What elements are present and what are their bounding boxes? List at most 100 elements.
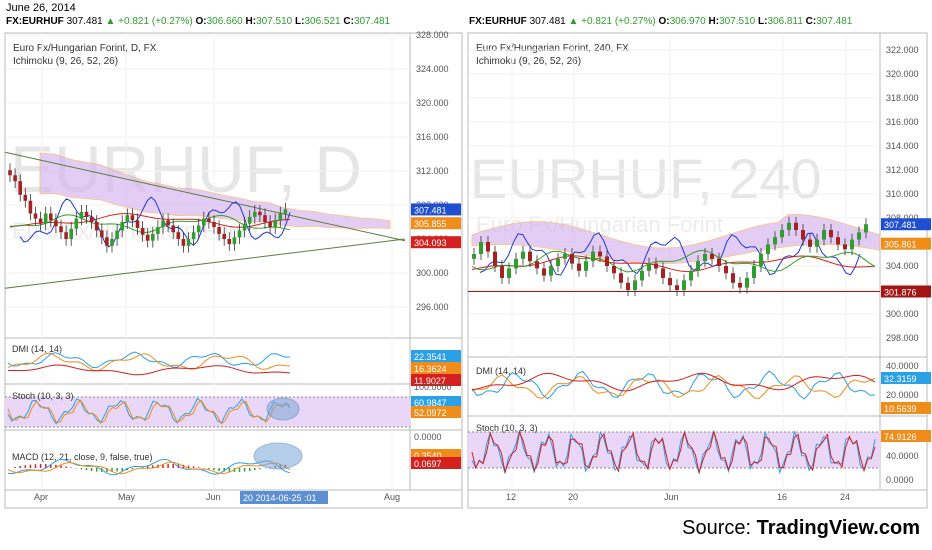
left-candle-body xyxy=(18,181,22,195)
left-candle-body xyxy=(135,220,140,228)
right-price-tick: 312.000 xyxy=(886,165,919,175)
right-candle-body xyxy=(857,232,861,240)
left-candle-body xyxy=(64,232,68,239)
left-candle-body xyxy=(268,222,272,228)
right-candle-body xyxy=(661,268,665,278)
left-price-tag-kijun: 305.855 xyxy=(414,219,447,229)
left-candle-body xyxy=(120,222,124,231)
right-candle-body xyxy=(507,268,511,278)
right-candle-body xyxy=(605,256,609,266)
left-price-tick: 312.000 xyxy=(416,166,449,176)
left-price-tick: 316.000 xyxy=(416,132,449,142)
right-x-tick: 16 xyxy=(777,492,787,502)
left-x-tick: Aug xyxy=(384,492,400,502)
left-indicator-label: Ichimoku (9, 26, 52, 26) xyxy=(13,56,118,67)
right-candle-body xyxy=(612,266,616,274)
right-price-tick: 320.000 xyxy=(886,69,919,79)
left-candle-body xyxy=(181,239,186,246)
source-credit: Source: TradingView.com xyxy=(682,517,920,540)
right-dmi-tag-minus: 10.5639 xyxy=(884,404,917,414)
left-price-tick: 328.000 xyxy=(416,30,449,40)
right-candle-body xyxy=(479,242,483,254)
left-price-tag-tenkan: 304.093 xyxy=(414,238,447,248)
left-candle-body xyxy=(125,215,130,222)
left-candle-body xyxy=(273,220,277,228)
right-candle-body xyxy=(556,258,560,266)
right-x-tick: 20 xyxy=(568,492,578,502)
left-stoch-tag-d: 52.0972 xyxy=(414,408,447,418)
right-candle-body xyxy=(584,261,588,271)
right-candle-body xyxy=(472,254,476,259)
source-brand[interactable]: TradingView.com xyxy=(757,517,920,539)
left-candle-body xyxy=(247,216,252,224)
right-candle-body xyxy=(780,230,784,238)
left-dmi-tick: 100.0000 xyxy=(414,382,452,392)
right-candle-body xyxy=(864,224,868,233)
right-price-tag-last: 307.481 xyxy=(884,220,917,230)
right-candle-body xyxy=(710,254,714,259)
left-candle-body xyxy=(196,225,201,233)
left-chart-frame xyxy=(4,32,463,509)
left-candle-body xyxy=(110,239,114,246)
right-candle-body xyxy=(794,222,798,230)
left-trendline-lower xyxy=(4,238,406,289)
left-candle-body xyxy=(69,228,73,239)
left-candle-body xyxy=(237,230,242,238)
left-candle-body xyxy=(212,222,216,228)
left-stoch-label: Stoch (10, 3, 3) xyxy=(12,391,74,401)
left-dmi-tag-minus: 16.3624 xyxy=(414,364,447,374)
left-candle-body xyxy=(217,227,221,234)
right-price-tag-kijun: 305.861 xyxy=(884,240,917,250)
left-candle-body xyxy=(156,227,160,234)
left-candle-body xyxy=(79,211,84,219)
left-candle-body xyxy=(23,194,28,201)
left-candle-body xyxy=(49,213,53,221)
right-candle-body xyxy=(766,244,770,254)
left-candle-body xyxy=(171,225,175,233)
right-candle-body xyxy=(500,266,504,278)
left-candle-body xyxy=(278,213,283,221)
right-chart-title: Euro Fx/Hungarian Forint, 240, FX xyxy=(476,43,629,54)
charts-canvas[interactable]: EURHUF, DEuro Fx/Hungarian ForintEuro Fx… xyxy=(0,0,932,550)
right-price-tick: 300.000 xyxy=(886,309,919,319)
left-dmi-plus xyxy=(7,351,291,369)
left-candle-body xyxy=(54,220,58,227)
right-price-tick: 316.000 xyxy=(886,117,919,127)
right-dmi-tick: 20.0000 xyxy=(886,390,919,400)
left-candle-body xyxy=(130,215,135,221)
right-candle-body xyxy=(675,285,679,290)
right-candle-body xyxy=(752,266,756,278)
left-candle-body xyxy=(84,211,89,217)
right-candle-body xyxy=(822,230,826,240)
source-prefix: Source: xyxy=(682,517,757,539)
left-candle-body xyxy=(258,211,262,216)
right-stoch-tick: 40.0000 xyxy=(886,451,919,461)
left-candle-body xyxy=(28,200,33,214)
left-candle-body xyxy=(59,226,63,233)
left-macd-label: MACD (12, 21, close, 9, false, true) xyxy=(12,452,153,462)
right-candle-body xyxy=(549,266,553,276)
right-candle-body xyxy=(836,237,840,245)
left-candle-body xyxy=(140,227,145,235)
right-candle-body xyxy=(668,278,672,286)
right-price-tick: 322.000 xyxy=(886,45,919,55)
left-candle-body xyxy=(43,213,48,224)
right-candle-body xyxy=(591,251,595,262)
right-candle-body xyxy=(717,258,721,266)
right-candle-body xyxy=(745,278,749,288)
right-candle-body xyxy=(577,263,581,271)
right-candle-body xyxy=(493,251,497,266)
left-price-tick: 296.000 xyxy=(416,302,449,312)
right-indicator-label: Ichimoku (9, 26, 52, 26) xyxy=(476,56,581,67)
right-price-tick: 298.000 xyxy=(886,333,919,343)
left-dmi-minus xyxy=(7,352,291,372)
left-candle-body xyxy=(89,216,94,222)
right-candle-body xyxy=(731,273,735,283)
right-candle-body xyxy=(570,254,574,264)
left-price-tag-last: 307.481 xyxy=(414,205,447,215)
right-candle-body xyxy=(563,254,567,259)
left-stoch-tick: 0.0000 xyxy=(414,432,442,442)
left-candle-body xyxy=(74,218,79,229)
right-candle-body xyxy=(528,251,532,262)
right-candle-body xyxy=(514,258,518,269)
